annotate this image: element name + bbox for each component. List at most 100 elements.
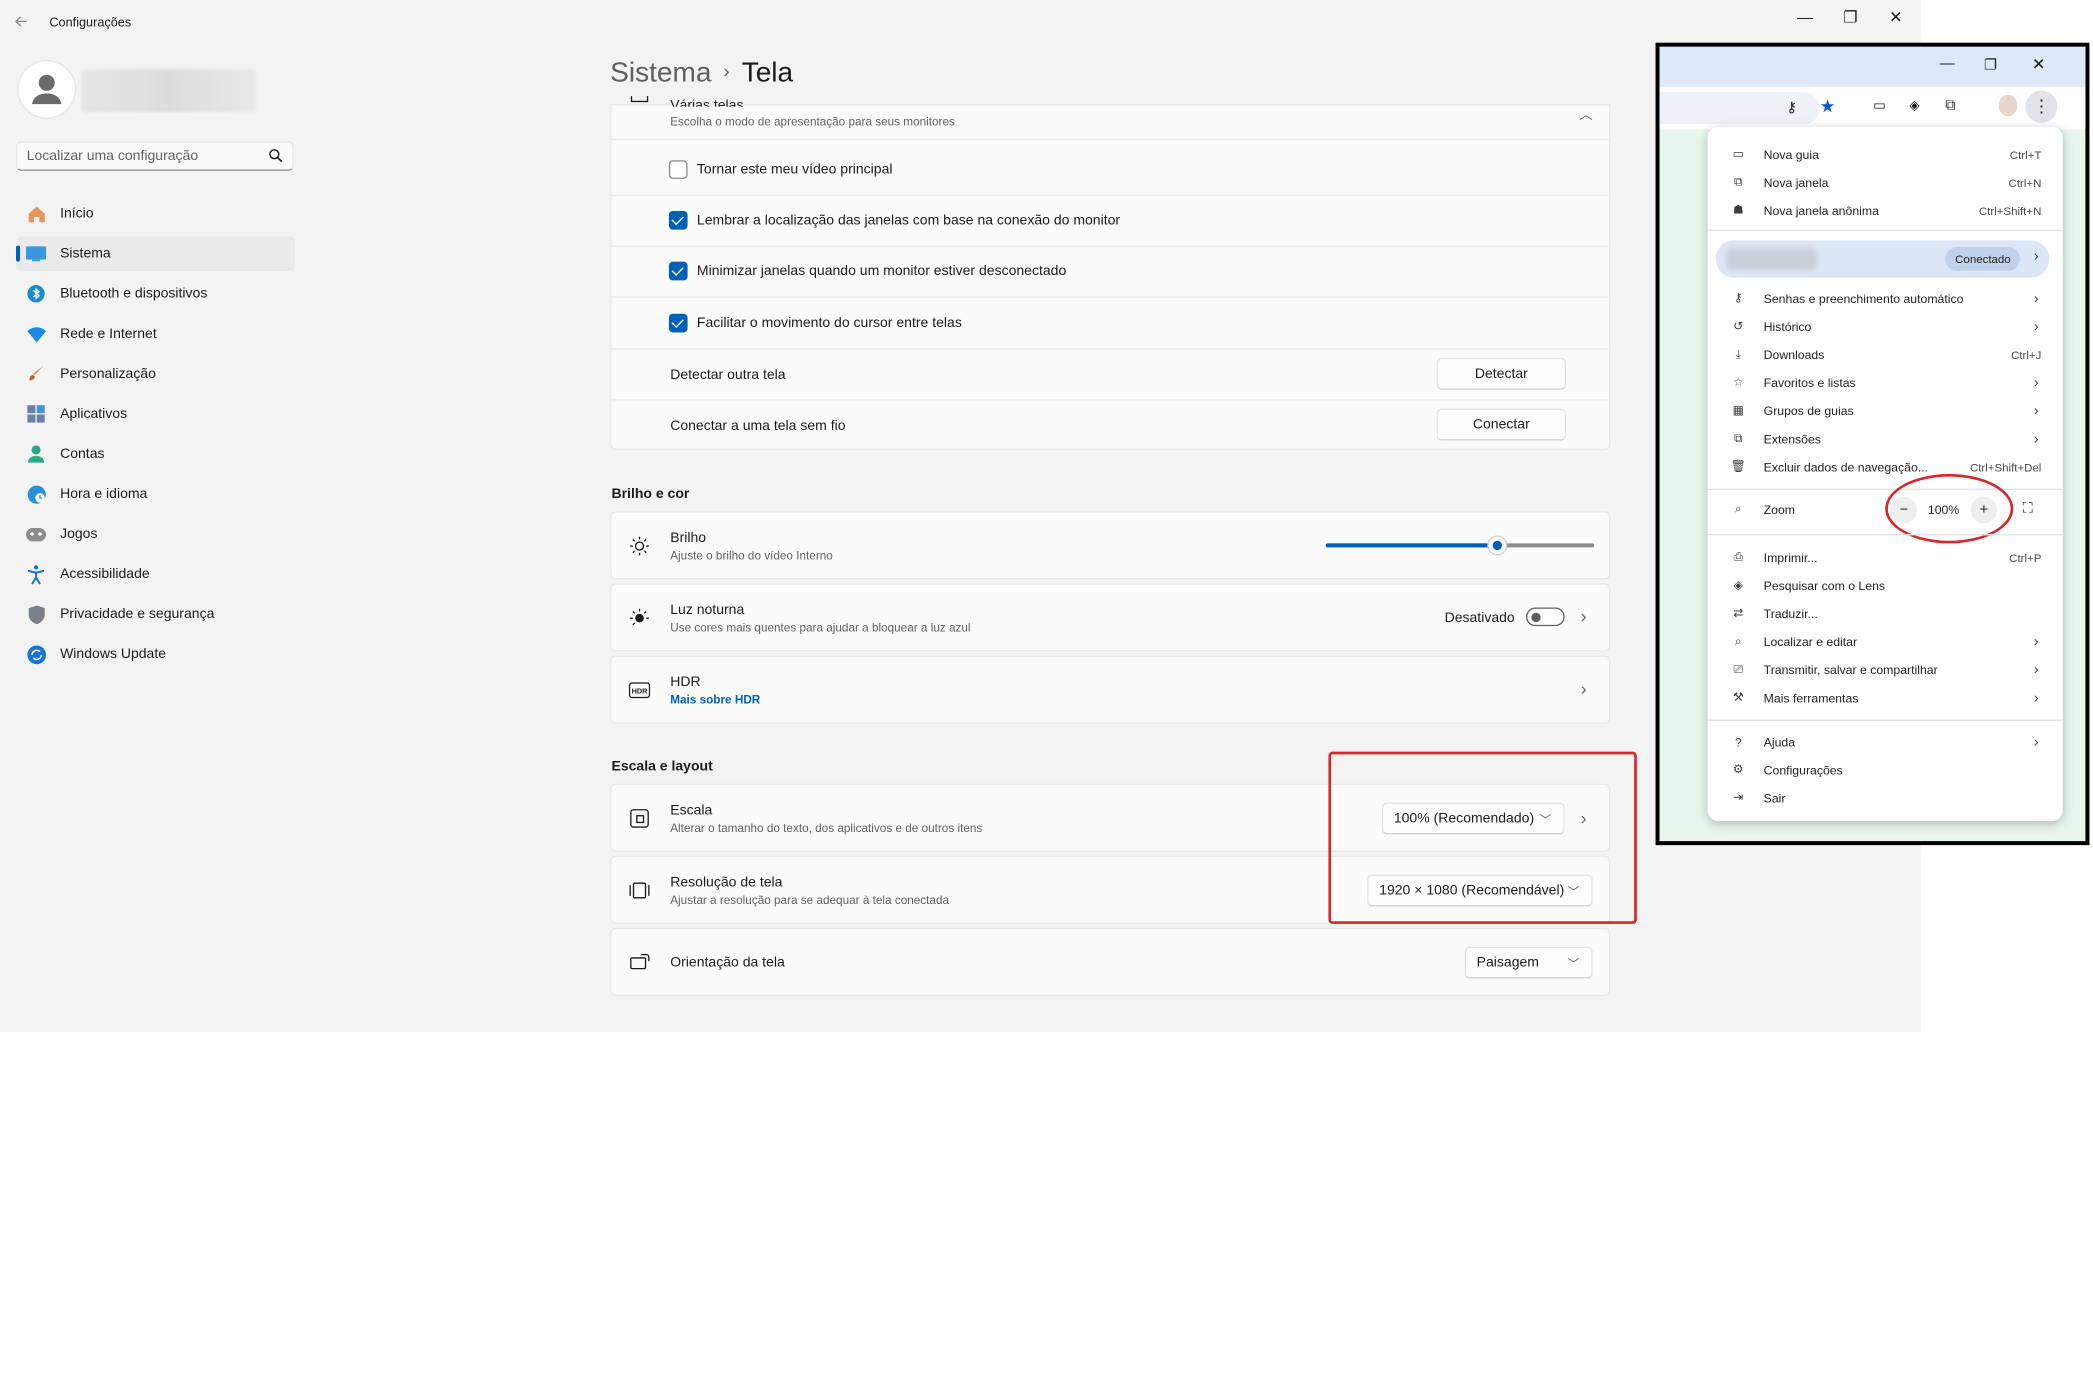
night-light-chevron-icon[interactable]: › [1581,606,1587,626]
sidebar-item-gamepad[interactable]: Jogos [16,517,295,552]
menu-item-new-tab[interactable]: ▭ Nova guia Ctrl+T [1708,140,2063,168]
browser-menu: ▭ Nova guia Ctrl+T ⧉ Nova janela Ctrl+N ☗ Nova … [1707,126,2063,822]
translate-icon: ⇄ [1733,606,1744,620]
menu-item-cast[interactable]: ⎚ Transmitir, salvar e compartilhar › [1708,656,2063,684]
menu-item-label: Nova janela [1763,175,1829,189]
new-window-icon: ⧉ [1734,174,1743,189]
close-button[interactable]: ✕ [1876,5,1916,29]
chevron-up-icon[interactable]: ︿ [1579,103,1592,123]
lens-icon[interactable]: ◈ [1909,99,1919,114]
connect-button[interactable]: Conectar [1436,408,1567,441]
menu-item-exit[interactable]: ⇥ Sair [1708,784,2063,812]
menu-item-label: Localizar e editar [1763,634,1858,649]
sidebar-item-apps[interactable]: Aplicativos [16,397,295,432]
browser-window: — ❐ ✕ ⚷ ★ ▭ ◈ ⧉ ⋮ ▭ Nova guia Ctrl+T ⧉ Nova … [1655,42,2090,846]
primary-display-label: Tornar este meu vídeo principal [696,161,893,178]
brightness-subtitle: Ajuste o brilho do vídeo Interno [670,548,833,563]
detect-button[interactable]: Detectar [1436,357,1567,390]
key-icon: ⚷ [1733,291,1743,305]
menu-item-incognito[interactable]: ☗ Nova janela anônima Ctrl+Shift+N [1708,196,2063,224]
sidebar-item-brush[interactable]: Personalização [16,356,295,391]
search-icon[interactable] [268,148,283,167]
menu-item-key[interactable]: ⚷ Senhas e preenchimento automático › [1708,284,2063,312]
more-menu-icon[interactable]: ⋮ [2025,90,2058,123]
menu-item-trash[interactable]: 🗑 Excluir dados de navegação... Ctrl+Shift… [1708,453,2063,481]
sidebar-item-clock-globe[interactable]: Hora e idioma [16,477,295,512]
menu-item-label: Senhas e preenchimento automático [1763,291,1964,306]
menu-item-label: Extensões [1763,431,1821,446]
menu-item-settings[interactable]: ⚙ Configurações [1708,756,2063,784]
menu-item-print[interactable]: ⎙ Imprimir... Ctrl+P [1708,543,2063,571]
menu-item-tab-groups[interactable]: ▦ Grupos de guias › [1708,397,2063,425]
fullscreen-icon[interactable]: ⛶ [2023,501,2033,518]
menu-item-find[interactable]: ⌕ Localizar e editar › [1708,627,2063,655]
bookmark-star-icon[interactable]: ★ [1820,96,1836,117]
shield-icon [25,603,46,624]
night-light-toggle[interactable] [1526,607,1565,627]
menu-item-help[interactable]: ? Ajuda › [1708,728,2063,756]
avatar[interactable] [17,60,77,119]
orientation-dropdown[interactable]: Paisagem ﹀ [1464,946,1593,979]
sidebar-item-shield[interactable]: Privacidade e segurança [16,597,295,632]
menu-item-lens[interactable]: ◈ Pesquisar com o Lens [1708,571,2063,599]
sidebar-item-label: Contas [60,445,105,462]
scale-title: Escala [670,802,713,819]
minimize-button[interactable]: — [1785,5,1825,29]
chevron-right-icon: › [2033,661,2039,678]
menu-item-shortcut: Ctrl+N [2008,175,2042,189]
ease-cursor-checkbox[interactable] [668,313,688,333]
menu-item-history[interactable]: ↺ Histórico › [1708,312,2063,340]
sidebar-item-accessibility[interactable]: Acessibilidade [16,557,295,592]
avatar[interactable] [1998,94,2018,117]
sidebar-item-system[interactable]: Sistema [16,236,296,272]
breadcrumb-parent[interactable]: Sistema [610,57,711,88]
hdr-icon: HDR [628,680,651,701]
hdr-link[interactable]: Mais sobre HDR [670,693,760,706]
hdr-card[interactable] [610,655,1611,724]
apps-icon [25,403,46,424]
tab-search-icon[interactable]: ▭ [1873,99,1886,114]
back-arrow-icon[interactable] [13,13,29,33]
sidebar-item-home[interactable]: Início [16,196,295,231]
person-icon [32,74,62,105]
brush-icon [25,363,46,384]
menu-item-label: Mais ferramentas [1763,690,1859,705]
brightness-slider-thumb[interactable] [1488,536,1507,555]
profile-row[interactable]: Conectado › [1715,240,2050,278]
chevron-right-icon: › [2033,374,2039,391]
sidebar-item-label: Personalização [60,365,156,382]
menu-item-toolbox[interactable]: ⚒ Mais ferramentas › [1708,684,2063,712]
extension-icon[interactable]: ⧉ [1945,97,1955,114]
menu-item-download[interactable]: ⤓ Downloads Ctrl+J [1708,340,2063,368]
wifi-icon [25,323,46,344]
sidebar-item-bluetooth[interactable]: Bluetooth e dispositivos [16,276,295,311]
sidebar-item-update[interactable]: Windows Update [16,637,295,672]
browser-maximize-button[interactable]: ❐ [1984,56,1997,73]
minimize-windows-checkbox[interactable] [668,261,688,281]
search-input[interactable]: Localizar uma configuração [16,141,294,171]
menu-item-new-window[interactable]: ⧉ Nova janela Ctrl+N [1708,168,2063,196]
brightness-title: Brilho [670,530,707,547]
sidebar-item-account[interactable]: Contas [16,437,295,472]
browser-close-button[interactable]: ✕ [2032,55,2045,74]
bluetooth-icon [25,283,46,304]
brightness-slider[interactable] [1325,536,1595,555]
menu-item-extension[interactable]: ⧉ Extensões › [1708,425,2063,453]
sidebar-item-wifi[interactable]: Rede e Internet [16,316,295,351]
menu-item-shortcut: Ctrl+T [2009,147,2042,161]
maximize-button[interactable]: ❐ [1830,5,1870,29]
primary-display-checkbox[interactable] [668,160,688,179]
remember-windows-label: Lembrar a localização das janelas com ba… [696,212,1121,229]
menu-item-label: Grupos de guias [1763,403,1854,418]
remember-windows-checkbox[interactable] [668,210,688,230]
sidebar-item-label: Acessibilidade [60,566,150,583]
key-icon[interactable]: ⚷ [1786,99,1797,116]
menu-item-star[interactable]: ☆ Favoritos e listas › [1708,368,2063,396]
hdr-chevron-icon[interactable]: › [1581,678,1587,698]
browser-minimize-button[interactable]: — [1940,56,1955,72]
chevron-right-icon: › [2033,318,2039,335]
menu-item-translate[interactable]: ⇄ Traduzir... [1708,599,2063,627]
zoom-icon: ⌕ [1734,501,1742,516]
menu-item-label: Nova guia [1763,147,1819,161]
scale-icon [629,808,650,829]
